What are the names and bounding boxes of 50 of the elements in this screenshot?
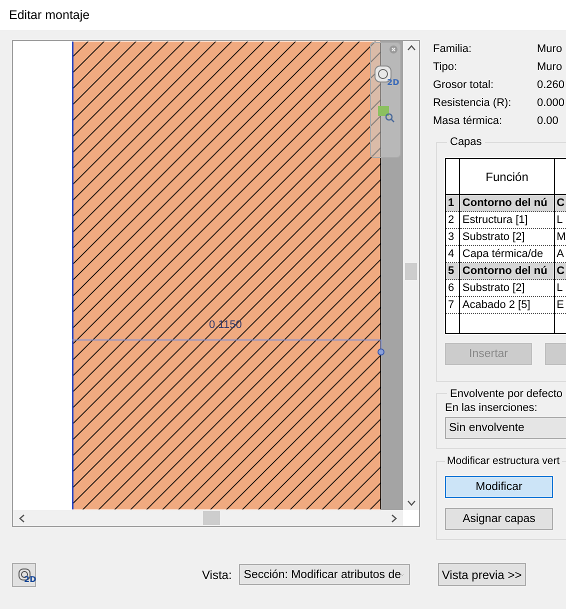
scrollbar-thumb[interactable] — [405, 263, 418, 280]
chevron-left-icon[interactable] — [19, 514, 25, 522]
row-number: 3 — [446, 228, 460, 246]
table-cell: Acabado 2 [5] — [460, 296, 554, 314]
modify-button[interactable]: Modificar — [445, 476, 553, 498]
field-label: En las inserciones: — [445, 402, 538, 414]
table-cell: Substrato [2] — [460, 280, 554, 296]
chevron-down-icon[interactable] — [406, 500, 416, 506]
scrollbar-thumb[interactable] — [203, 511, 220, 525]
view-2d-button[interactable]: 2D — [12, 562, 36, 586]
property-label: Grosor total: — [433, 79, 495, 91]
vertical-scrollbar[interactable] — [403, 41, 419, 510]
property-label: Familia: — [433, 43, 473, 55]
wrap-dropdown[interactable]: Sin envolvente — [445, 416, 566, 439]
row-number: 5 — [446, 262, 460, 280]
assign-layers-button[interactable]: Asignar capas — [445, 508, 553, 530]
horizontal-scrollbar[interactable] — [13, 510, 403, 526]
table-cell: Contorno del nú — [460, 194, 554, 212]
row-number: 2 — [446, 212, 460, 228]
table-cell: C — [554, 194, 566, 212]
row-number: 6 — [446, 280, 460, 296]
table-cell: L — [554, 280, 566, 296]
zoom-icon[interactable] — [377, 105, 395, 123]
property-label: Masa térmica: — [433, 115, 504, 127]
table-cell: Estructura [1] — [460, 212, 554, 228]
group-title: Capas — [449, 136, 483, 148]
row-number: 7 — [446, 296, 460, 314]
property-value: Muro — [537, 43, 562, 55]
property-value: 0.000 — [537, 97, 565, 109]
table-cell: Substrato [2] — [460, 228, 554, 246]
table-cell: E — [554, 296, 566, 314]
row-number: 1 — [446, 194, 460, 212]
chevron-up-icon[interactable] — [406, 45, 416, 51]
preview-button[interactable]: Vista previa >> — [438, 563, 526, 586]
window-title: Editar montaje — [9, 8, 90, 22]
view-label: Vista: — [202, 568, 232, 582]
property-value: 0.00 — [537, 115, 558, 127]
table-cell: M — [554, 228, 566, 246]
group-title: Envolvente por defecto — [449, 388, 564, 400]
table-cell: L — [554, 212, 566, 228]
property-label: Resistencia (R): — [433, 97, 512, 109]
close-icon[interactable] — [389, 45, 398, 54]
property-value: 0.260 — [537, 79, 565, 91]
table-cell: C — [554, 262, 566, 280]
view-dropdown[interactable]: Sección: Modificar atributos de — [238, 564, 410, 585]
chevron-right-icon[interactable] — [391, 514, 397, 522]
table-cell: Contorno del nú — [460, 262, 554, 280]
property-value: Muro — [537, 61, 562, 73]
property-label: Tipo: — [433, 61, 458, 73]
group-title: Modificar estructura vert — [446, 455, 561, 468]
